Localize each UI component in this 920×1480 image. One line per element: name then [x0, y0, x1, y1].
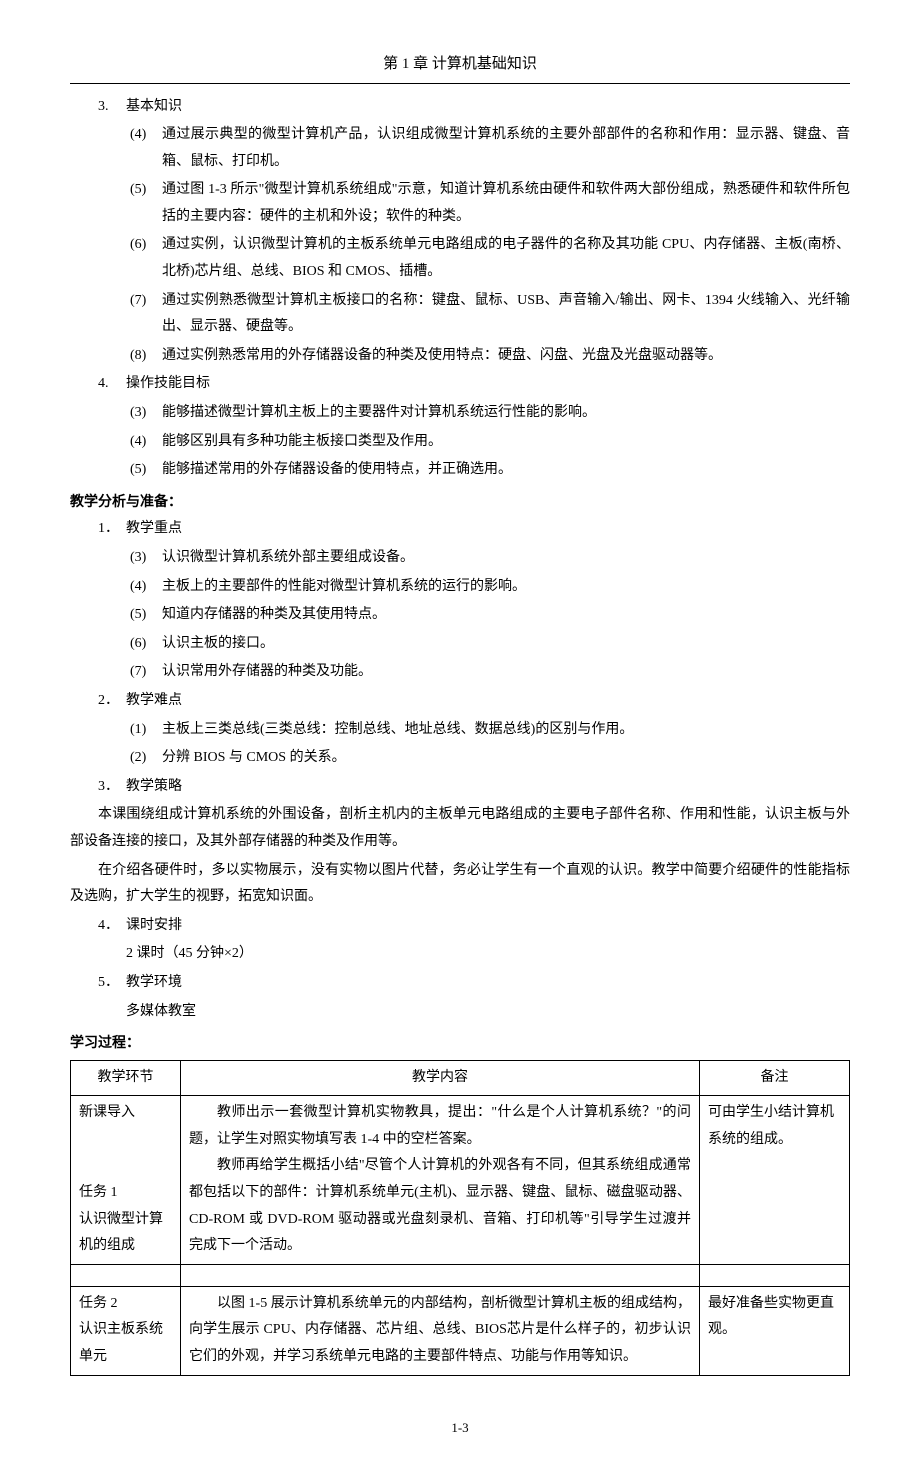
list-item: (4)通过展示典型的微型计算机产品，认识组成微型计算机系统的主要外部部件的名称和… — [130, 122, 850, 175]
analysis-3: 3． 教学策略 — [98, 774, 850, 801]
section-number: 4. — [98, 371, 126, 398]
table-cell: 以图 1-5 展示计算机系统单元的内部结构，剖析微型计算机主板的组成结构，向学生… — [181, 1286, 700, 1375]
item-text: 认识常用外存储器的种类及功能。 — [162, 659, 850, 686]
item-text: 分辨 BIOS 与 CMOS 的关系。 — [162, 745, 850, 772]
strategy-paragraph-1: 本课围绕组成计算机系统的外围设备，剖析主机内的主板单元电路组成的主要电子部件名称… — [70, 802, 850, 855]
table-cell: 教师出示一套微型计算机实物教具，提出："什么是个人计算机系统？"的问题，让学生对… — [181, 1096, 700, 1265]
chapter-title: 第 1 章 计算机基础知识 — [70, 50, 850, 79]
item-text: 通过实例熟悉常用的外存储器设备的种类及使用特点：硬盘、闪盘、光盘及光盘驱动器等。 — [162, 343, 850, 370]
item-text: 认识主板的接口。 — [162, 631, 850, 658]
item-number: (2) — [130, 745, 162, 772]
item-title: 教学环境 — [126, 970, 850, 997]
table-cell — [71, 1264, 181, 1286]
table-header-row: 教学环节 教学内容 备注 — [71, 1060, 850, 1096]
table-header: 备注 — [700, 1060, 850, 1096]
item-text: 认识微型计算机系统外部主要组成设备。 — [162, 545, 850, 572]
section-number: 3. — [98, 94, 126, 121]
learning-table: 教学环节 教学内容 备注 新课导入 任务 1认识微型计算机的组成 教师出示一套微… — [70, 1060, 850, 1376]
item-number: (4) — [130, 574, 162, 601]
table-cell — [181, 1264, 700, 1286]
item-number: (5) — [130, 602, 162, 629]
analysis-2: 2． 教学难点 — [98, 688, 850, 715]
item-number: 4． — [98, 913, 126, 940]
schedule-text: 2 课时（45 分钟×2） — [126, 941, 850, 968]
table-header: 教学内容 — [181, 1060, 700, 1096]
table-cell: 可由学生小结计算机系统的组成。 — [700, 1096, 850, 1265]
learning-process-heading: 学习过程： — [70, 1029, 850, 1056]
section-4: 4. 操作技能目标 — [98, 371, 850, 398]
item-text: 通过图 1-3 所示"微型计算机系统组成"示意，知道计算机系统由硬件和软件两大部… — [162, 177, 850, 230]
item-number: (6) — [130, 631, 162, 658]
item-text: 通过实例，认识微型计算机的主板系统单元电路组成的电子器件的名称及其功能 CPU、… — [162, 232, 850, 285]
item-text: 知道内存储器的种类及其使用特点。 — [162, 602, 850, 629]
item-text: 能够区别具有多种功能主板接口类型及作用。 — [162, 429, 850, 456]
item-number: 2． — [98, 688, 126, 715]
table-cell: 最好准备些实物更直观。 — [700, 1286, 850, 1375]
table-row-empty — [71, 1264, 850, 1286]
table-cell: 新课导入 任务 1认识微型计算机的组成 — [71, 1096, 181, 1265]
item-number: (1) — [130, 717, 162, 744]
analysis-heading: 教学分析与准备： — [70, 488, 850, 515]
item-text: 通过实例熟悉微型计算机主板接口的名称：键盘、鼠标、USB、声音输入/输出、网卡、… — [162, 288, 850, 341]
list-item: (3)能够描述微型计算机主板上的主要器件对计算机系统运行性能的影响。 — [130, 400, 850, 427]
item-title: 课时安排 — [126, 913, 850, 940]
analysis-4: 4． 课时安排 — [98, 913, 850, 940]
item-text: 主板上三类总线(三类总线：控制总线、地址总线、数据总线)的区别与作用。 — [162, 717, 850, 744]
item-number: (6) — [130, 232, 162, 285]
table-row: 任务 2认识主板系统单元 以图 1-5 展示计算机系统单元的内部结构，剖析微型计… — [71, 1286, 850, 1375]
list-item: (5)通过图 1-3 所示"微型计算机系统组成"示意，知道计算机系统由硬件和软件… — [130, 177, 850, 230]
list-item: (6)通过实例，认识微型计算机的主板系统单元电路组成的电子器件的名称及其功能 C… — [130, 232, 850, 285]
item-number: 5． — [98, 970, 126, 997]
item-text: 能够描述常用的外存储器设备的使用特点，并正确选用。 — [162, 457, 850, 484]
item-number: (5) — [130, 457, 162, 484]
item-number: (8) — [130, 343, 162, 370]
table-header: 教学环节 — [71, 1060, 181, 1096]
cell-content: 以图 1-5 展示计算机系统单元的内部结构，剖析微型计算机主板的组成结构，向学生… — [189, 1291, 691, 1371]
section-3: 3. 基本知识 — [98, 94, 850, 121]
list-item: (7)认识常用外存储器的种类及功能。 — [130, 659, 850, 686]
item-number: (5) — [130, 177, 162, 230]
environment-text: 多媒体教室 — [126, 999, 850, 1026]
item-title: 教学策略 — [126, 774, 850, 801]
list-item: (3)认识微型计算机系统外部主要组成设备。 — [130, 545, 850, 572]
list-item: (4)主板上的主要部件的性能对微型计算机系统的运行的影响。 — [130, 574, 850, 601]
item-number: 1． — [98, 516, 126, 543]
analysis-1: 1． 教学重点 — [98, 516, 850, 543]
list-item: (8)通过实例熟悉常用的外存储器设备的种类及使用特点：硬盘、闪盘、光盘及光盘驱动… — [130, 343, 850, 370]
item-text: 通过展示典型的微型计算机产品，认识组成微型计算机系统的主要外部部件的名称和作用：… — [162, 122, 850, 175]
list-item: (2)分辨 BIOS 与 CMOS 的关系。 — [130, 745, 850, 772]
table-row: 新课导入 任务 1认识微型计算机的组成 教师出示一套微型计算机实物教具，提出："… — [71, 1096, 850, 1265]
item-number: 3． — [98, 774, 126, 801]
analysis-5: 5． 教学环境 — [98, 970, 850, 997]
list-item: (5)能够描述常用的外存储器设备的使用特点，并正确选用。 — [130, 457, 850, 484]
list-item: (6)认识主板的接口。 — [130, 631, 850, 658]
table-cell: 任务 2认识主板系统单元 — [71, 1286, 181, 1375]
list-item: (1)主板上三类总线(三类总线：控制总线、地址总线、数据总线)的区别与作用。 — [130, 717, 850, 744]
list-item: (4)能够区别具有多种功能主板接口类型及作用。 — [130, 429, 850, 456]
table-cell — [700, 1264, 850, 1286]
item-number: (4) — [130, 122, 162, 175]
item-number: (7) — [130, 288, 162, 341]
item-text: 能够描述微型计算机主板上的主要器件对计算机系统运行性能的影响。 — [162, 400, 850, 427]
section-title: 基本知识 — [126, 94, 850, 121]
item-number: (4) — [130, 429, 162, 456]
item-number: (3) — [130, 400, 162, 427]
cell-content: 教师出示一套微型计算机实物教具，提出："什么是个人计算机系统？"的问题，让学生对… — [189, 1100, 691, 1260]
page-number: 1-3 — [70, 1416, 850, 1441]
strategy-paragraph-2: 在介绍各硬件时，多以实物展示，没有实物以图片代替，务必让学生有一个直观的认识。教… — [70, 858, 850, 911]
item-number: (3) — [130, 545, 162, 572]
divider — [70, 83, 850, 84]
list-item: (7)通过实例熟悉微型计算机主板接口的名称：键盘、鼠标、USB、声音输入/输出、… — [130, 288, 850, 341]
item-text: 主板上的主要部件的性能对微型计算机系统的运行的影响。 — [162, 574, 850, 601]
item-title: 教学重点 — [126, 516, 850, 543]
item-title: 教学难点 — [126, 688, 850, 715]
list-item: (5)知道内存储器的种类及其使用特点。 — [130, 602, 850, 629]
section-title: 操作技能目标 — [126, 371, 850, 398]
item-number: (7) — [130, 659, 162, 686]
